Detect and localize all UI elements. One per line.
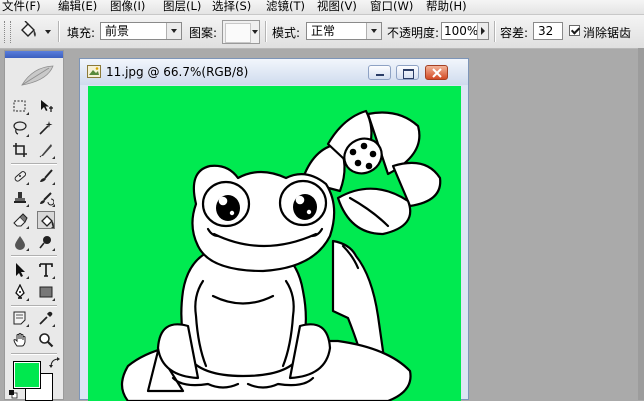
frog-line-art <box>120 109 442 401</box>
close-icon <box>432 68 442 78</box>
menu-view[interactable]: 视图(V) <box>317 0 357 14</box>
opacity-value: 100% <box>444 24 479 38</box>
move-tool-icon[interactable] <box>37 97 55 115</box>
chevron-down-icon <box>366 23 381 39</box>
crop-tool-icon[interactable] <box>11 141 29 159</box>
maximize-button[interactable] <box>396 65 419 80</box>
fill-select-value: 前景 <box>105 24 130 38</box>
paint-bucket-icon <box>21 20 36 37</box>
tolerance-input[interactable]: 32 <box>533 22 563 40</box>
eyedropper-tool-icon[interactable] <box>37 309 55 327</box>
pattern-swatch <box>225 23 251 43</box>
minimize-button[interactable] <box>368 65 391 80</box>
opacity-slider-button[interactable] <box>477 23 488 39</box>
opacity-field[interactable]: 100% <box>441 22 489 40</box>
antialias-checkbox[interactable] <box>569 25 580 36</box>
path-selection-tool-icon[interactable] <box>11 261 29 279</box>
menu-file[interactable]: 文件(F) <box>2 0 41 14</box>
menu-help[interactable]: 帮助(H) <box>426 0 467 14</box>
menu-bar: 文件(F) 编辑(E) 图像(I) 图层(L) 选择(S) 滤镜(T) 视图(V… <box>0 0 644 15</box>
history-brush-tool-icon[interactable] <box>37 189 55 207</box>
marquee-tool-icon[interactable] <box>11 97 29 115</box>
close-button[interactable] <box>425 65 448 80</box>
type-tool-icon[interactable] <box>37 261 55 279</box>
menu-edit[interactable]: 编辑(E) <box>58 0 97 14</box>
menu-select[interactable]: 选择(S) <box>212 0 251 14</box>
tool-preset-picker[interactable] <box>18 20 54 43</box>
antialias-label: 消除锯齿 <box>583 26 632 40</box>
zoom-tool-icon[interactable] <box>37 331 55 349</box>
chevron-down-icon <box>252 30 258 34</box>
minimize-icon <box>376 74 384 76</box>
swap-colors-icon[interactable] <box>49 357 61 369</box>
fill-label: 填充: <box>67 26 96 40</box>
mode-label: 模式: <box>272 26 301 40</box>
lasso-tool-icon[interactable] <box>11 119 29 137</box>
mode-select[interactable]: 正常 <box>306 22 382 40</box>
workspace-edge <box>638 48 644 400</box>
options-bar: 填充: 前景 图案: 模式: 正常 不透明度: 100% 容差: 32 消除锯齿 <box>0 15 644 49</box>
pen-tool-icon[interactable] <box>11 283 29 301</box>
document-title: 11.jpg @ 66.7%(RGB/8) <box>106 65 249 79</box>
opacity-label: 不透明度: <box>387 26 440 40</box>
chevron-right-icon <box>481 27 485 35</box>
blur-tool-icon[interactable] <box>11 233 29 251</box>
menu-filter[interactable]: 滤镜(T) <box>266 0 305 14</box>
notes-tool-icon[interactable] <box>11 309 29 327</box>
slice-tool-icon[interactable] <box>37 141 55 159</box>
dodge-tool-icon[interactable] <box>37 233 55 251</box>
brush-tool-icon[interactable] <box>37 167 55 185</box>
pattern-picker[interactable] <box>222 20 260 44</box>
menu-window[interactable]: 窗口(W) <box>370 0 413 14</box>
feather-logo-icon <box>21 65 54 86</box>
tolerance-label: 容差: <box>500 26 529 40</box>
lotus-petal <box>336 187 412 236</box>
eraser-tool-icon[interactable] <box>11 211 29 229</box>
fill-select[interactable]: 前景 <box>100 22 182 40</box>
hand-tool-icon[interactable] <box>11 331 29 349</box>
toolbox-panel <box>4 50 64 401</box>
chevron-down-icon <box>166 23 181 39</box>
maximize-icon <box>403 69 414 79</box>
pattern-label: 图案: <box>189 26 218 40</box>
mode-select-value: 正常 <box>311 24 336 38</box>
paint-bucket-tool-icon[interactable] <box>37 211 55 229</box>
foreground-color-swatch[interactable] <box>13 361 41 389</box>
clone-stamp-tool-icon[interactable] <box>11 189 29 207</box>
document-window: 11.jpg @ 66.7%(RGB/8) <box>79 58 469 401</box>
rectangle-tool-icon[interactable] <box>37 283 55 301</box>
image-canvas[interactable] <box>88 86 461 401</box>
magic-wand-tool-icon[interactable] <box>37 119 55 137</box>
options-grip[interactable] <box>4 21 11 43</box>
tolerance-value: 32 <box>538 24 554 38</box>
healing-brush-tool-icon[interactable] <box>11 167 29 185</box>
menu-image[interactable]: 图像(I) <box>110 0 145 14</box>
menu-layer[interactable]: 图层(L) <box>163 0 201 14</box>
toolbox-title-bar[interactable] <box>5 51 63 58</box>
default-colors-icon[interactable] <box>8 389 18 399</box>
document-title-bar[interactable]: 11.jpg @ 66.7%(RGB/8) <box>80 59 468 85</box>
image-file-icon <box>87 65 101 78</box>
